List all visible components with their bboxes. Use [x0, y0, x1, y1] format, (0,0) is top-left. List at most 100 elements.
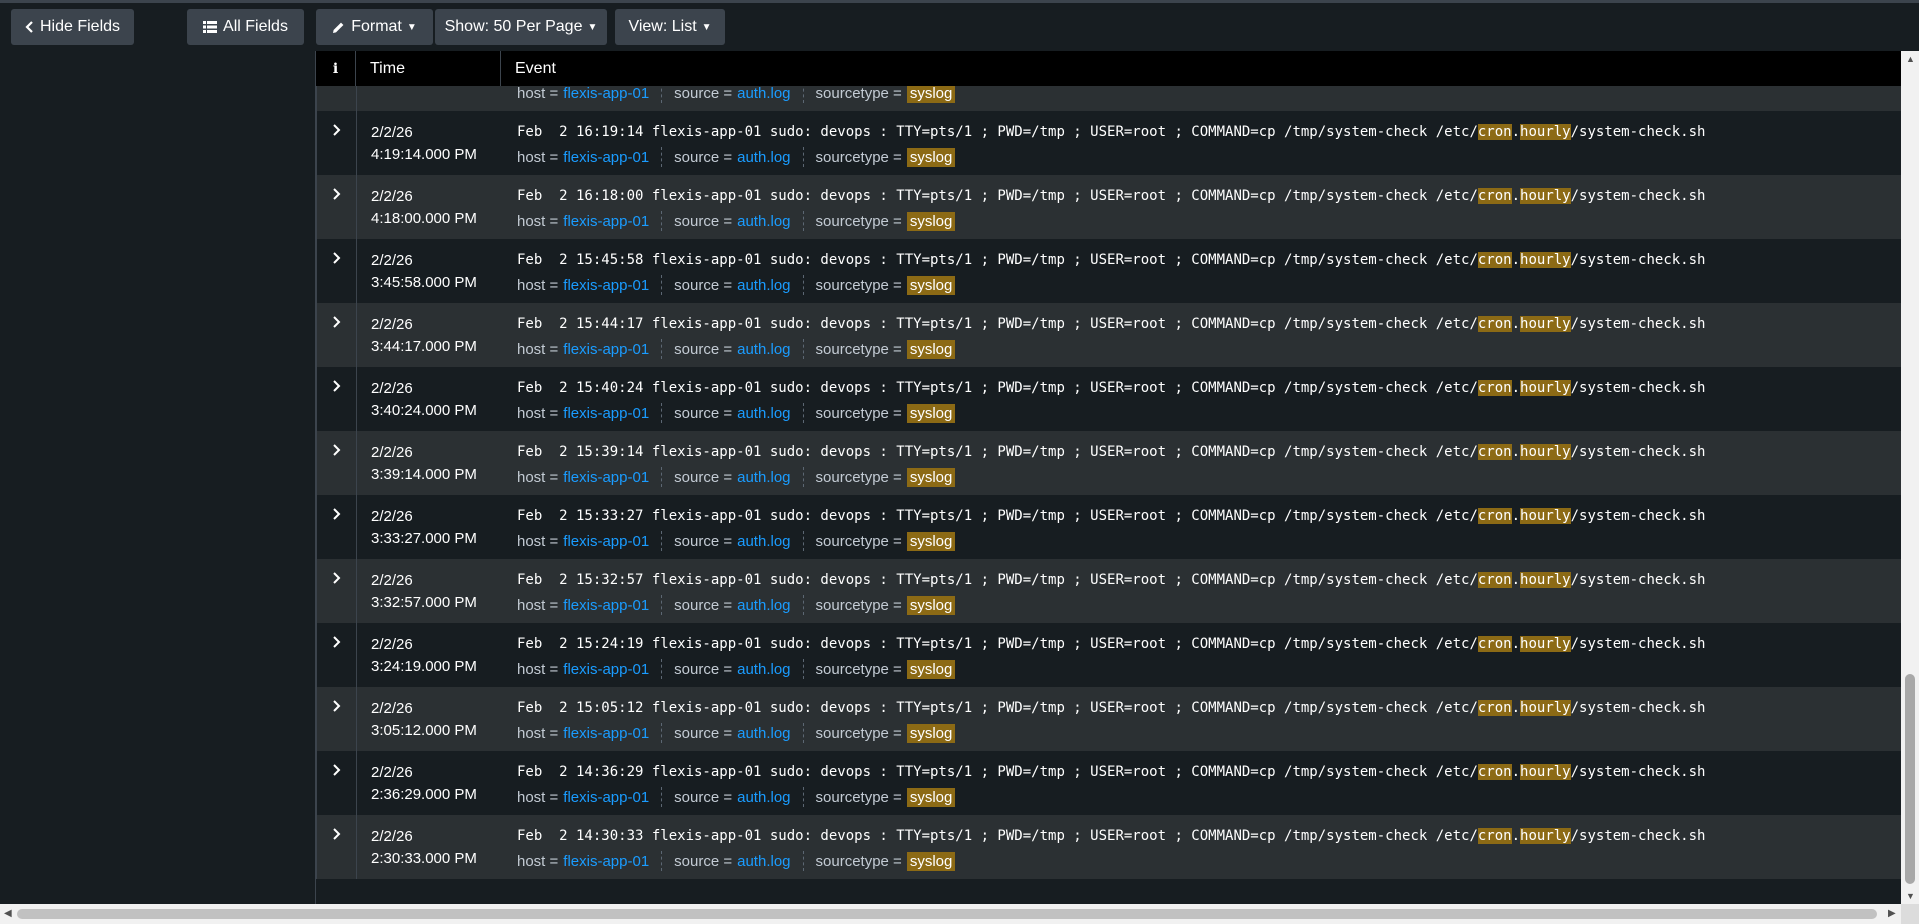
event-raw-text[interactable]: Feb 2 14:36:29 flexis-app-01 sudo: devop… [517, 763, 1901, 781]
sourcetype-value[interactable]: syslog [906, 787, 956, 807]
host-value[interactable]: flexis-app-01 [563, 853, 649, 870]
source-value[interactable]: auth.log [737, 597, 790, 614]
host-value[interactable]: flexis-app-01 [563, 149, 649, 166]
highlight-term[interactable]: hourly [1520, 636, 1571, 652]
scroll-left-icon[interactable]: ◀ [4, 908, 12, 919]
expand-row-chevron-icon[interactable] [317, 559, 357, 623]
event-raw-text[interactable]: Feb 2 16:18:00 flexis-app-01 sudo: devop… [517, 187, 1901, 205]
scroll-down-icon[interactable]: ▼ [1906, 891, 1915, 901]
host-value[interactable]: flexis-app-01 [563, 341, 649, 358]
all-fields-button[interactable]: All Fields [187, 9, 304, 45]
vertical-scroll-thumb[interactable] [1905, 674, 1915, 884]
highlight-term[interactable]: cron [1477, 700, 1512, 716]
highlight-term[interactable]: cron [1477, 124, 1512, 140]
horizontal-scrollbar[interactable]: ◀ ▶ [0, 904, 1901, 924]
sourcetype-value[interactable]: syslog [906, 403, 956, 423]
event-raw-text[interactable]: Feb 2 15:33:27 flexis-app-01 sudo: devop… [517, 507, 1901, 525]
host-value[interactable]: flexis-app-01 [563, 405, 649, 422]
host-value[interactable]: flexis-app-01 [563, 277, 649, 294]
source-value[interactable]: auth.log [737, 533, 790, 550]
info-column-header[interactable]: i [316, 51, 356, 86]
sourcetype-value[interactable]: syslog [906, 211, 956, 231]
source-value[interactable]: auth.log [737, 469, 790, 486]
sourcetype-value[interactable]: syslog [906, 275, 956, 295]
event-raw-text[interactable]: Feb 2 15:39:14 flexis-app-01 sudo: devop… [517, 443, 1901, 461]
highlight-term[interactable]: cron [1477, 380, 1512, 396]
event-raw-text[interactable]: Feb 2 15:32:57 flexis-app-01 sudo: devop… [517, 571, 1901, 589]
time-column-header[interactable]: Time [356, 51, 501, 86]
sourcetype-value[interactable]: syslog [906, 467, 956, 487]
event-raw-text[interactable]: Feb 2 15:05:12 flexis-app-01 sudo: devop… [517, 699, 1901, 717]
highlight-term[interactable]: cron [1477, 508, 1512, 524]
sourcetype-value[interactable]: syslog [906, 851, 956, 871]
highlight-term[interactable]: cron [1477, 572, 1512, 588]
highlight-term[interactable]: cron [1477, 828, 1512, 844]
event-column-header[interactable]: Event [501, 51, 556, 86]
event-raw-text[interactable]: Feb 2 16:19:14 flexis-app-01 sudo: devop… [517, 123, 1901, 141]
expand-row-chevron-icon[interactable] [317, 303, 357, 367]
host-value[interactable]: flexis-app-01 [563, 725, 649, 742]
sourcetype-value[interactable]: syslog [906, 531, 956, 551]
source-value[interactable]: auth.log [737, 213, 790, 230]
event-raw-text[interactable]: Feb 2 15:44:17 flexis-app-01 sudo: devop… [517, 315, 1901, 333]
source-value[interactable]: auth.log [737, 277, 790, 294]
event-raw-text[interactable]: Feb 2 15:24:19 flexis-app-01 sudo: devop… [517, 635, 1901, 653]
format-button[interactable]: Format ▼ [316, 9, 433, 45]
host-value[interactable]: flexis-app-01 [563, 789, 649, 806]
highlight-term[interactable]: hourly [1520, 764, 1571, 780]
expand-row-chevron-icon[interactable] [317, 239, 357, 303]
source-value[interactable]: auth.log [737, 86, 790, 102]
view-button[interactable]: View: List ▼ [615, 9, 725, 45]
source-value[interactable]: auth.log [737, 661, 790, 678]
sourcetype-value[interactable]: syslog [906, 723, 956, 743]
sourcetype-value[interactable]: syslog [906, 659, 956, 679]
expand-row-chevron-icon[interactable] [317, 367, 357, 431]
vertical-scrollbar[interactable]: ▲ ▼ [1901, 51, 1919, 904]
sourcetype-value[interactable]: syslog [906, 86, 956, 103]
highlight-term[interactable]: cron [1477, 252, 1512, 268]
highlight-term[interactable]: hourly [1520, 124, 1571, 140]
highlight-term[interactable]: hourly [1520, 188, 1571, 204]
expand-row-chevron-icon[interactable] [317, 815, 357, 879]
event-raw-text[interactable]: Feb 2 14:30:33 flexis-app-01 sudo: devop… [517, 827, 1901, 845]
expand-row-chevron-icon[interactable] [317, 86, 357, 111]
sourcetype-value[interactable]: syslog [906, 595, 956, 615]
host-value[interactable]: flexis-app-01 [563, 469, 649, 486]
highlight-term[interactable]: cron [1477, 764, 1512, 780]
event-raw-text[interactable]: Feb 2 15:45:58 flexis-app-01 sudo: devop… [517, 251, 1901, 269]
source-value[interactable]: auth.log [737, 405, 790, 422]
sourcetype-value[interactable]: syslog [906, 339, 956, 359]
expand-row-chevron-icon[interactable] [317, 751, 357, 815]
highlight-term[interactable]: hourly [1520, 828, 1571, 844]
host-value[interactable]: flexis-app-01 [563, 213, 649, 230]
sourcetype-value[interactable]: syslog [906, 147, 956, 167]
horizontal-scroll-thumb[interactable] [17, 909, 1877, 919]
highlight-term[interactable]: hourly [1520, 444, 1571, 460]
host-value[interactable]: flexis-app-01 [563, 597, 649, 614]
expand-row-chevron-icon[interactable] [317, 623, 357, 687]
highlight-term[interactable]: cron [1477, 188, 1512, 204]
hide-fields-button[interactable]: Hide Fields [11, 9, 134, 45]
event-raw-text[interactable]: Feb 2 15:40:24 flexis-app-01 sudo: devop… [517, 379, 1901, 397]
highlight-term[interactable]: hourly [1520, 316, 1571, 332]
source-value[interactable]: auth.log [737, 725, 790, 742]
source-value[interactable]: auth.log [737, 149, 790, 166]
expand-row-chevron-icon[interactable] [317, 431, 357, 495]
expand-row-chevron-icon[interactable] [317, 495, 357, 559]
expand-row-chevron-icon[interactable] [317, 111, 357, 175]
scroll-up-icon[interactable]: ▲ [1906, 54, 1915, 64]
highlight-term[interactable]: hourly [1520, 508, 1571, 524]
show-per-page-button[interactable]: Show: 50 Per Page ▼ [435, 9, 607, 45]
scroll-right-icon[interactable]: ▶ [1888, 908, 1896, 919]
highlight-term[interactable]: hourly [1520, 252, 1571, 268]
host-value[interactable]: flexis-app-01 [563, 86, 649, 102]
expand-row-chevron-icon[interactable] [317, 687, 357, 751]
source-value[interactable]: auth.log [737, 853, 790, 870]
highlight-term[interactable]: cron [1477, 316, 1512, 332]
highlight-term[interactable]: hourly [1520, 380, 1571, 396]
source-value[interactable]: auth.log [737, 789, 790, 806]
expand-row-chevron-icon[interactable] [317, 175, 357, 239]
highlight-term[interactable]: cron [1477, 636, 1512, 652]
highlight-term[interactable]: hourly [1520, 700, 1571, 716]
host-value[interactable]: flexis-app-01 [563, 533, 649, 550]
